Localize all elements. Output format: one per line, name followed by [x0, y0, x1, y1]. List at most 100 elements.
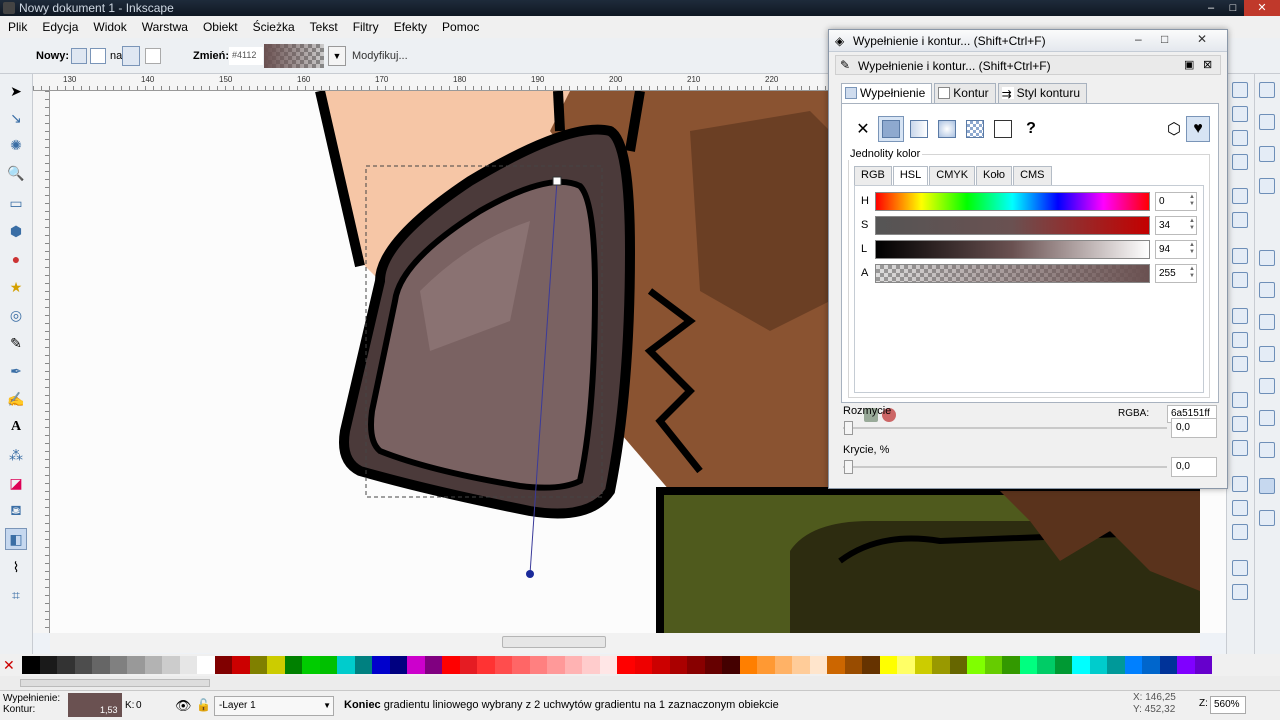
snap-bbox-edge-icon[interactable] — [1259, 146, 1275, 162]
new-doc-icon[interactable] — [1232, 82, 1248, 98]
pen-tool-icon[interactable]: ✒ — [5, 360, 27, 382]
palette-swatch[interactable] — [1142, 656, 1160, 674]
palette-swatch[interactable] — [39, 656, 57, 674]
menu-efekty[interactable]: Efekty — [394, 20, 427, 34]
gradient-id-field[interactable]: #4112 — [229, 47, 263, 65]
connector-tool-icon[interactable]: ⌗ — [5, 584, 27, 606]
blur-slider-knob[interactable] — [844, 421, 853, 435]
menu-widok[interactable]: Widok — [93, 20, 126, 34]
palette-swatch[interactable] — [914, 656, 932, 674]
palette-swatch[interactable] — [1089, 656, 1107, 674]
menu-warstwa[interactable]: Warstwa — [142, 20, 188, 34]
palette-swatch[interactable] — [984, 656, 1002, 674]
palette-swatch[interactable] — [827, 656, 845, 674]
palette-swatch[interactable] — [669, 656, 687, 674]
palette-swatch[interactable] — [809, 656, 827, 674]
dropper-tool-icon[interactable]: ⌇ — [5, 556, 27, 578]
palette-swatch[interactable] — [844, 656, 862, 674]
zoom-field[interactable]: 560% — [1210, 696, 1246, 714]
palette-swatch[interactable] — [214, 656, 232, 674]
dialog-maximize-button[interactable]: □ — [1161, 32, 1168, 46]
palette-scroll-thumb[interactable] — [20, 679, 210, 687]
snap-bbox-icon[interactable] — [1259, 114, 1275, 130]
palette-scrollbar[interactable] — [0, 676, 1280, 690]
radial-gradient-fill-button[interactable] — [934, 116, 960, 142]
palette-swatch[interactable] — [127, 656, 145, 674]
zoom-tool-icon[interactable]: 🔍 — [5, 162, 27, 184]
palette-swatch[interactable] — [249, 656, 267, 674]
zoom-selection-icon[interactable] — [1232, 392, 1248, 408]
open-icon[interactable] — [1232, 106, 1248, 122]
no-paint-button[interactable]: ✕ — [850, 116, 876, 142]
snap-page-border-icon[interactable] — [1259, 478, 1275, 494]
tab-wheel[interactable]: Koło — [976, 166, 1013, 185]
node-tool-icon[interactable]: ↘ — [5, 107, 27, 129]
blur-value[interactable]: 0,0 — [1171, 418, 1217, 438]
zoom-drawing-icon[interactable] — [1232, 416, 1248, 432]
rect-tool-icon[interactable]: ▭ — [5, 192, 27, 214]
tab-cmyk[interactable]: CMYK — [929, 166, 976, 185]
ellipse-tool-icon[interactable]: ● — [5, 248, 27, 270]
radial-gradient-button[interactable] — [90, 48, 106, 64]
minimize-button[interactable]: – — [1200, 0, 1222, 16]
paste-icon[interactable] — [1232, 356, 1248, 372]
stroke-target-button[interactable] — [145, 48, 161, 64]
modify-gradient-button[interactable]: Modyfikuj... — [352, 50, 408, 62]
tab-hsl[interactable]: HSL — [892, 166, 929, 185]
palette-swatch[interactable] — [792, 656, 810, 674]
layer-select[interactable]: -Layer 1 — [214, 696, 334, 716]
palette-swatch[interactable] — [897, 656, 915, 674]
palette-swatch[interactable] — [967, 656, 985, 674]
menu-obiekt[interactable]: Obiekt — [203, 20, 238, 34]
tab-cms[interactable]: CMS — [1013, 166, 1052, 185]
gradient-preview[interactable] — [264, 44, 324, 68]
snap-bbox-corner-icon[interactable] — [1259, 178, 1275, 194]
palette-swatch[interactable] — [109, 656, 127, 674]
snap-smooth-nodes-icon[interactable] — [1259, 346, 1275, 362]
palette-swatch[interactable] — [1072, 656, 1090, 674]
close-button[interactable]: ✕ — [1244, 0, 1280, 16]
palette-swatch[interactable] — [284, 656, 302, 674]
flat-color-button[interactable] — [878, 116, 904, 142]
opacity-slider-track[interactable] — [843, 466, 1167, 468]
palette-swatch[interactable] — [879, 656, 897, 674]
calligraphy-tool-icon[interactable]: ✍ — [5, 388, 27, 410]
fill-rule-nonzero-icon[interactable]: ♥ — [1186, 116, 1210, 142]
visibility-eye-icon[interactable]: 👁 — [175, 698, 192, 714]
export-icon[interactable] — [1232, 212, 1248, 228]
horizontal-scrollbar[interactable] — [50, 633, 1200, 653]
palette-swatch[interactable] — [1194, 656, 1212, 674]
clone-icon[interactable] — [1232, 500, 1248, 516]
snap-intersection-icon[interactable] — [1259, 314, 1275, 330]
palette-swatch[interactable] — [442, 656, 460, 674]
palette-swatch[interactable] — [1177, 656, 1195, 674]
blur-slider-track[interactable] — [843, 427, 1167, 429]
zoom-page-icon[interactable] — [1232, 440, 1248, 456]
palette-swatch[interactable] — [354, 656, 372, 674]
lock-icon[interactable]: 🔓 — [196, 698, 211, 712]
palette-swatch[interactable] — [529, 656, 547, 674]
palette-swatch[interactable] — [267, 656, 285, 674]
menu-pomoc[interactable]: Pomoc — [442, 20, 479, 34]
palette-swatch[interactable] — [232, 656, 250, 674]
snap-nodes-icon[interactable] — [1259, 250, 1275, 266]
palette-swatch[interactable] — [1002, 656, 1020, 674]
palette-swatch[interactable] — [739, 656, 757, 674]
palette-swatch[interactable] — [337, 656, 355, 674]
menu-filtry[interactable]: Filtry — [353, 20, 379, 34]
snap-toggle-icon[interactable] — [1259, 82, 1275, 98]
lightness-value[interactable]: 94 — [1155, 240, 1197, 259]
palette-swatch[interactable] — [372, 656, 390, 674]
palette-swatch[interactable] — [92, 656, 110, 674]
tab-rgb[interactable]: RGB — [854, 166, 892, 185]
gradient-dropdown[interactable]: ▼ — [328, 46, 346, 66]
palette-swatch[interactable] — [22, 656, 40, 674]
palette-swatch[interactable] — [932, 656, 950, 674]
palette-swatch[interactable] — [564, 656, 582, 674]
pencil-tool-icon[interactable]: ✎ — [5, 332, 27, 354]
horizontal-scroll-thumb[interactable] — [502, 636, 606, 648]
save-icon[interactable] — [1232, 130, 1248, 146]
palette-swatch[interactable] — [1019, 656, 1037, 674]
palette-swatch[interactable] — [1107, 656, 1125, 674]
snap-rotation-center-icon[interactable] — [1259, 442, 1275, 458]
